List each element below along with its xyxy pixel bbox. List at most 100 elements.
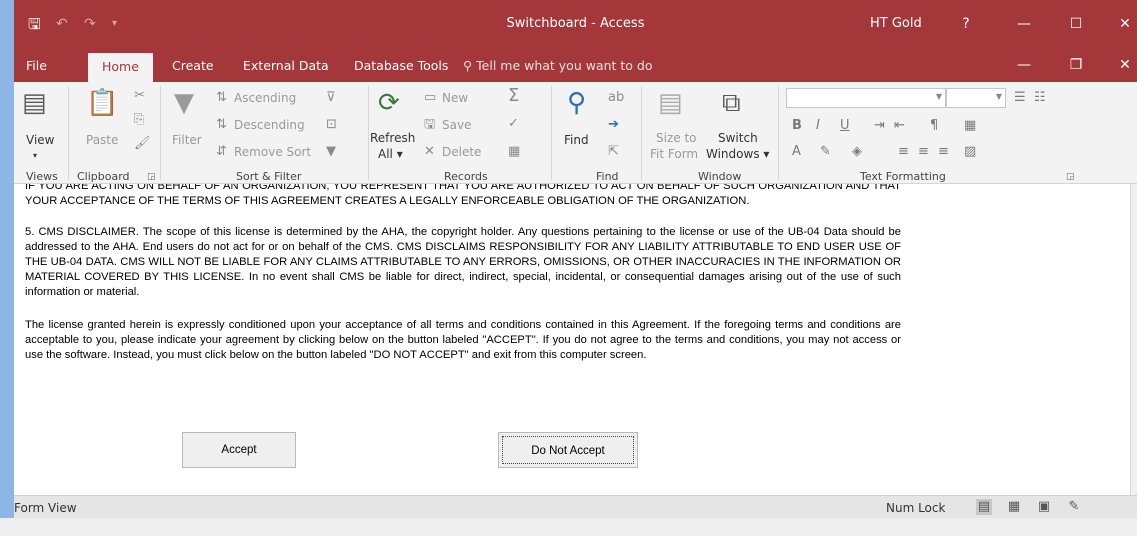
underline-button[interactable]: U (840, 118, 850, 134)
selection-filter-icon[interactable]: ⊽ (326, 90, 336, 106)
design-view-icon[interactable]: ✎ (1066, 499, 1082, 515)
view-button[interactable]: View (26, 132, 54, 148)
bold-button[interactable]: B (792, 118, 802, 134)
size-to-fit-icon: ▤ (658, 88, 683, 118)
vertical-scrollbar[interactable] (1130, 184, 1137, 495)
paste-button[interactable]: Paste (86, 132, 118, 148)
new-record-icon: ▭ (424, 90, 437, 105)
goto-icon[interactable]: ➔ (608, 117, 619, 133)
accept-button[interactable]: Accept (182, 432, 296, 468)
do-not-accept-label: Do Not Accept (502, 436, 634, 464)
refresh-button[interactable]: Refresh (370, 130, 415, 146)
tab-external-data[interactable]: External Data (243, 58, 329, 73)
tab-file[interactable]: File (26, 58, 47, 73)
new-record-button[interactable]: New (442, 90, 468, 106)
more-records-icon[interactable]: ▦ (508, 144, 520, 160)
refresh-all-label: All (378, 147, 393, 161)
view-icon: ▤ (22, 88, 47, 118)
ribbon-restore-button[interactable]: ❐ (1062, 53, 1090, 77)
license-acceptance-paragraph: The license granted herein is expressly … (25, 319, 901, 361)
title-bar: 🖫 ↶ ↷ ▾ Switchboard - Access HT Gold ? —… (14, 0, 1137, 48)
do-not-accept-button[interactable]: Do Not Accept (498, 432, 638, 468)
copy-icon[interactable]: ⎘ (134, 112, 144, 128)
background-color-icon[interactable]: ◈ (852, 144, 862, 160)
tab-database-tools[interactable]: Database Tools (354, 58, 448, 73)
tab-home[interactable]: Home (88, 53, 153, 82)
group-label-records: Records (444, 170, 488, 183)
remove-sort-icon: ⇵ (216, 144, 227, 159)
clipboard-launcher-icon[interactable]: ◲ (147, 172, 156, 182)
refresh-all-button[interactable]: All ▾ (378, 146, 403, 162)
save-record-icon: 🖫 (424, 117, 436, 132)
group-label-find: Find (596, 170, 619, 183)
switch-button[interactable]: Switch (718, 130, 758, 146)
license-form: IF YOU ARE ACTING ON BEHALF OF AN ORGANI… (14, 184, 1130, 495)
group-label-views: Views (26, 170, 58, 183)
filter-icon: ▼ (174, 88, 194, 118)
font-size-combo[interactable]: ▼ (946, 88, 1006, 108)
maximize-button[interactable]: ☐ (1062, 12, 1090, 36)
decrease-indent-icon[interactable]: ⇤ (894, 118, 905, 134)
view-dropdown-icon[interactable]: ▾ (33, 148, 37, 164)
ribbon: ▤ View ▾ Views 📋 Paste ✂ ⎘ 🖌 Clipboard ◲… (14, 82, 1137, 184)
italic-button[interactable]: I (816, 118, 820, 134)
font-dropdown-icon: ▼ (935, 92, 942, 101)
gridlines-icon[interactable]: ▦ (964, 118, 976, 134)
totals-icon[interactable]: Σ (508, 87, 519, 105)
switch-windows-button[interactable]: Windows ▾ (706, 146, 769, 162)
datasheet-view-icon[interactable]: ▦ (1006, 499, 1022, 515)
align-left-icon[interactable]: ≡ (898, 144, 909, 160)
close-button[interactable]: ✕ (1111, 12, 1137, 36)
bullets-icon[interactable]: ☰ (1014, 90, 1026, 106)
cut-icon[interactable]: ✂ (134, 88, 145, 104)
font-name-combo[interactable]: ▼ (786, 88, 946, 108)
filter-button[interactable]: Filter (172, 132, 202, 148)
group-label-clipboard: Clipboard (77, 170, 130, 183)
remove-sort-button[interactable]: Remove Sort (234, 144, 311, 160)
ascending-icon: ⇅ (216, 90, 227, 105)
license-text-cut: IF YOU ARE ACTING ON BEHALF OF AN ORGANI… (25, 184, 901, 207)
text-formatting-launcher-icon[interactable]: ◲ (1066, 172, 1075, 182)
group-label-text-formatting: Text Formatting (860, 170, 946, 183)
toggle-filter-icon[interactable]: ▼ (326, 144, 336, 160)
format-painter-icon[interactable]: 🖌 (134, 136, 151, 152)
replace-icon[interactable]: ab (608, 90, 624, 106)
status-bar: Form View Num Lock ▤ ▦ ▣ ✎ (14, 495, 1137, 518)
increase-indent-icon[interactable]: ⇥ (874, 118, 885, 134)
delete-record-button[interactable]: Delete (442, 144, 481, 160)
fit-form-label[interactable]: Fit Form (650, 146, 698, 162)
minimize-button[interactable]: — (1010, 12, 1038, 36)
form-view-icon[interactable]: ▤ (976, 499, 992, 515)
highlight-icon[interactable]: ✎ (820, 144, 831, 160)
advanced-filter-icon[interactable]: ⊡ (326, 117, 337, 133)
refresh-icon: ⟳ (378, 88, 400, 118)
descending-icon: ⇅ (216, 117, 227, 132)
align-center-icon[interactable]: ≡ (918, 144, 929, 160)
alternate-row-color-icon[interactable]: ▨ (964, 144, 976, 160)
layout-view-icon[interactable]: ▣ (1036, 499, 1052, 515)
tell-me-search[interactable]: ⚲ Tell me what you want to do (463, 58, 653, 73)
save-record-button[interactable]: Save (442, 117, 471, 133)
group-label-window: Window (698, 170, 742, 183)
numbering-icon[interactable]: ☷ (1034, 90, 1046, 106)
select-icon[interactable]: ⇱ (608, 144, 619, 160)
tab-create[interactable]: Create (172, 58, 214, 73)
find-button[interactable]: Find (564, 132, 589, 148)
paragraph-direction-icon[interactable]: ¶ (930, 118, 938, 134)
help-button[interactable]: ? (952, 12, 980, 36)
descending-button[interactable]: Descending (234, 117, 305, 133)
group-label-sort-filter: Sort & Filter (236, 170, 302, 183)
account-name[interactable]: HT Gold (870, 16, 922, 31)
window-bottom-edge (0, 518, 1137, 536)
size-to-button[interactable]: Size to (656, 130, 697, 146)
paste-icon: 📋 (86, 88, 119, 118)
ribbon-minimize-button[interactable]: — (1010, 53, 1038, 77)
align-right-icon[interactable]: ≡ (938, 144, 949, 160)
switch-windows-icon: ⧉ (722, 88, 741, 118)
ribbon-close-button[interactable]: ✕ (1111, 53, 1137, 77)
ribbon-tabs: File Home Create External Data Database … (14, 48, 1137, 82)
font-color-icon[interactable]: A (792, 144, 801, 160)
spelling-icon[interactable]: ✓ (508, 116, 519, 132)
window-frame (0, 0, 14, 536)
ascending-button[interactable]: Ascending (234, 90, 296, 106)
